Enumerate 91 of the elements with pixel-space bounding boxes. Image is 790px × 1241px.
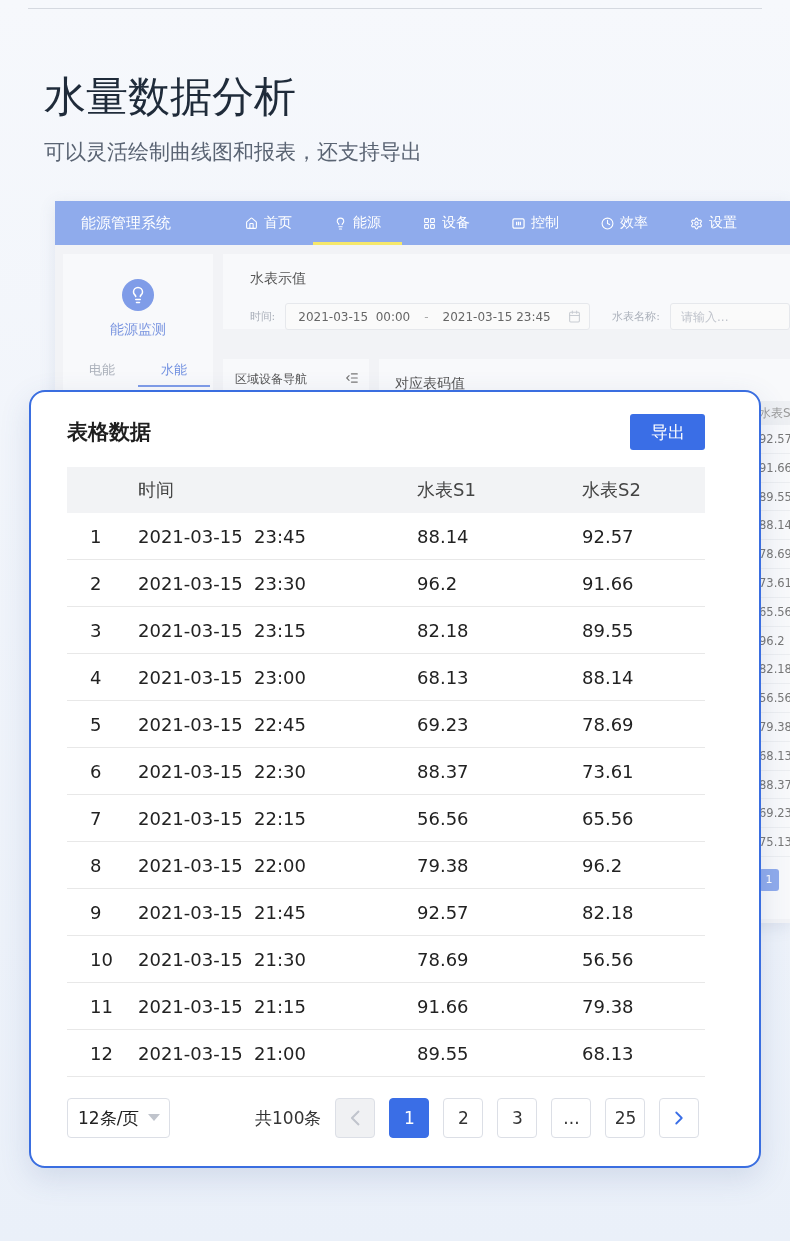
table-cell-text: 92.57 [582, 525, 635, 547]
table-cell-text: 2021-03-15 22:30 [138, 760, 307, 782]
page-button[interactable]: 1 [389, 1098, 430, 1138]
nav-tab[interactable]: 设备 [402, 201, 491, 245]
row-number: 11 [89, 995, 114, 1017]
row-number: 7 [89, 807, 103, 829]
collapse-icon[interactable] [344, 371, 359, 385]
column-header: 水表S1 [417, 477, 477, 502]
table-cell-text: 79.38 [582, 995, 635, 1017]
page-button[interactable]: 3 [497, 1098, 538, 1138]
page-button[interactable]: 2 [443, 1098, 484, 1138]
row-number: 10 [89, 948, 114, 970]
column-header: 时间 [138, 477, 175, 502]
settings-icon [690, 216, 703, 230]
table-cell-text: 96.2 [582, 854, 624, 876]
row-number: 12 [89, 1042, 114, 1064]
chevron-left-icon [350, 1110, 360, 1126]
row-number: 9 [89, 901, 103, 923]
table-cell-text: 88.14 [582, 666, 635, 688]
table-cell-text: 89.55 [417, 1042, 470, 1064]
table-cell-text: 56.56 [417, 807, 470, 829]
page-button[interactable]: ... [551, 1098, 592, 1138]
next-page-button[interactable] [659, 1098, 700, 1138]
nav-tab[interactable]: 设置 [669, 201, 758, 245]
table-cell-text: 2021-03-15 22:00 [138, 854, 307, 876]
caret-icon [147, 1114, 161, 1122]
page-heading: 水量数据分析 [44, 71, 297, 123]
table-cell-text: 2021-03-15 23:45 [138, 525, 307, 547]
table-cell-text: 2021-03-15 21:15 [138, 995, 307, 1017]
table-cell-text: 2021-03-15 21:45 [138, 901, 307, 923]
table-cell-text: 65.56 [582, 807, 635, 829]
calendar-icon [568, 310, 582, 323]
table-cell-text: 82.18 [417, 619, 470, 641]
panel-title: 对应表码值 [394, 375, 466, 393]
table-cell-text: 73.61 [582, 760, 635, 782]
table-cell-text: 68.13 [582, 1042, 635, 1064]
nav-tab[interactable]: 效率 [580, 201, 669, 245]
table-cell-text: 2021-03-15 23:30 [138, 572, 307, 594]
table-cell-text: 2021-03-15 21:00 [138, 1042, 307, 1064]
side-title: 能源监测 [109, 321, 166, 339]
page-button[interactable]: 25 [605, 1098, 646, 1138]
energy-tab[interactable]: 水能 [137, 361, 211, 387]
table-cell-text: 2021-03-15 22:15 [138, 807, 307, 829]
table-cell-text: 79.38 [417, 854, 470, 876]
row-number: 3 [89, 619, 103, 641]
table-cell-text: 2021-03-15 21:30 [138, 948, 307, 970]
table-cell-text: 91.66 [582, 572, 635, 594]
row-number: 2 [89, 572, 103, 594]
page-button[interactable]: 1 [759, 868, 779, 891]
export-button[interactable]: 导出 [630, 414, 705, 450]
field-label: 时间: [249, 309, 276, 324]
table-cell-text: 92.57 [417, 901, 470, 923]
table-cell-text: 78.69 [417, 948, 470, 970]
table-cell-text: 68.13 [417, 666, 470, 688]
card-title: 表格数据 [67, 419, 151, 446]
table-cell-text: 2021-03-15 22:45 [138, 713, 307, 735]
row-number: 8 [89, 854, 103, 876]
total-count: 共100条 [255, 1106, 322, 1130]
grid-icon [423, 216, 436, 230]
panel-icon [512, 216, 525, 230]
home-icon [245, 216, 258, 230]
table-cell-text: 2021-03-15 23:00 [138, 666, 307, 688]
page-subtitle: 可以灵活绘制曲线图和报表，还支持导出 [44, 139, 423, 166]
field-label: 水表名称: [612, 309, 660, 324]
clock-icon [601, 216, 614, 230]
table-cell-text: 56.56 [582, 948, 635, 970]
row-number: 4 [89, 666, 103, 688]
row-number: 6 [89, 760, 103, 782]
page-size-select[interactable]: 12条/页 [67, 1098, 170, 1138]
row-number: 5 [89, 713, 103, 735]
table-cell-text: 89.55 [582, 619, 635, 641]
table-cell-text: 91.66 [417, 995, 470, 1017]
table-cell-text: 82.18 [582, 901, 635, 923]
nav-tab[interactable]: 能源 [313, 201, 402, 245]
row-number: 1 [89, 525, 103, 547]
table-cell-text: 2021-03-15 23:15 [138, 619, 307, 641]
lightbulb-icon [334, 216, 347, 230]
panel-title: 水表示值 [249, 270, 307, 288]
lightbulb-icon [121, 279, 154, 311]
date-range-field[interactable]: 2021-03-15 00:00 - 2021-03-15 23:45 [285, 303, 591, 330]
energy-tab[interactable]: 电能 [65, 361, 138, 387]
panel-title: 区域设备导航 [234, 371, 307, 388]
nav-tab[interactable]: 控制 [491, 201, 580, 245]
table-cell-text: 96.2 [417, 572, 459, 594]
table-cell-text: 78.69 [582, 713, 635, 735]
table-cell-text: 88.14 [417, 525, 470, 547]
table-cell-text: 69.23 [417, 713, 470, 735]
column-header: 水表S2 [582, 477, 642, 502]
nav-tab[interactable]: 首页 [224, 201, 313, 245]
app-title: 能源管理系统 [81, 213, 171, 233]
table-cell-text: 88.37 [417, 760, 470, 782]
